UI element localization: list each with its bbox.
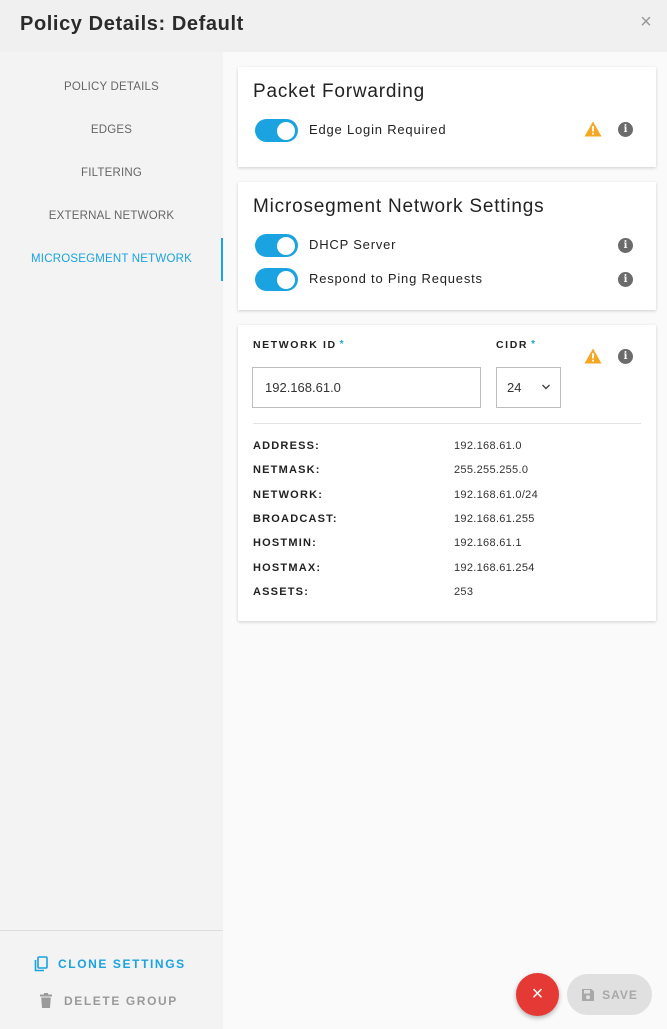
copy-icon [34, 956, 48, 972]
network-key: NETWORK: [253, 489, 324, 501]
sidebar-divider [0, 930, 223, 931]
info-icon[interactable]: i [618, 238, 633, 253]
cidr-selected-value: 24 [507, 380, 522, 395]
chevron-down-icon [542, 384, 550, 390]
sidebar-item-edges[interactable]: EDGES [0, 109, 223, 152]
microsegment-settings-title: Microsegment Network Settings [253, 196, 545, 217]
hostmax-value: 192.168.61.254 [454, 562, 535, 574]
delete-group-label: DELETE GROUP [64, 994, 178, 1008]
page-title: Policy Details: Default [20, 13, 244, 35]
assets-key: ASSETS: [253, 586, 310, 598]
dhcp-server-toggle[interactable] [255, 234, 298, 257]
broadcast-key: BROADCAST: [253, 513, 338, 525]
delete-group-button[interactable]: DELETE GROUP [40, 991, 178, 1011]
network-config-card: NETWORK ID* CIDR* i 24 ADDRESS: 192.168.… [238, 325, 656, 621]
network-id-input[interactable] [252, 367, 481, 408]
info-icon[interactable]: i [618, 122, 633, 137]
packet-forwarding-card: Packet Forwarding Edge Login Required i [238, 67, 656, 167]
microsegment-settings-card: Microsegment Network Settings DHCP Serve… [238, 182, 656, 310]
network-id-label: NETWORK ID * [253, 339, 346, 351]
info-icon[interactable]: i [618, 272, 633, 287]
warning-icon[interactable] [584, 121, 602, 137]
edge-login-label: Edge Login Required [309, 122, 447, 137]
ping-requests-label: Respond to Ping Requests [309, 271, 483, 286]
assets-value: 253 [454, 586, 474, 598]
sidebar-item-policy-details[interactable]: POLICY DETAILS [0, 66, 223, 109]
dialog-header: Policy Details: Default × [0, 0, 667, 52]
netmask-key: NETMASK: [253, 464, 321, 476]
trash-icon [40, 993, 54, 1009]
info-icon[interactable]: i [618, 349, 633, 364]
floppy-disk-icon [582, 988, 595, 1001]
hostmax-key: HOSTMAX: [253, 562, 322, 574]
cancel-fab-button[interactable]: × [516, 973, 559, 1016]
required-mark: * [339, 339, 346, 350]
address-key: ADDRESS: [253, 440, 321, 452]
hostmin-key: HOSTMIN: [253, 537, 317, 549]
address-value: 192.168.61.0 [454, 440, 522, 452]
cidr-label: CIDR * [496, 339, 537, 351]
close-icon[interactable]: × [636, 12, 656, 32]
dhcp-server-label: DHCP Server [309, 237, 397, 252]
clone-settings-label: CLONE SETTINGS [58, 957, 186, 971]
netmask-value: 255.255.255.0 [454, 464, 529, 476]
required-mark: * [531, 339, 537, 350]
warning-icon[interactable] [584, 348, 602, 364]
broadcast-value: 192.168.61.255 [454, 513, 535, 525]
edge-login-toggle[interactable] [255, 119, 298, 142]
section-divider [253, 423, 641, 424]
network-value: 192.168.61.0/24 [454, 489, 539, 501]
sidebar-item-external-network[interactable]: EXTERNAL NETWORK [0, 195, 223, 238]
save-label: SAVE [602, 987, 638, 1002]
packet-forwarding-title: Packet Forwarding [253, 81, 426, 102]
sidebar-item-microsegment-network[interactable]: MICROSEGMENT NETWORK [0, 238, 223, 281]
save-button[interactable]: SAVE [567, 974, 652, 1015]
sidebar: POLICY DETAILS EDGES FILTERING EXTERNAL … [0, 52, 223, 1029]
hostmin-value: 192.168.61.1 [454, 537, 522, 549]
clone-settings-button[interactable]: CLONE SETTINGS [34, 954, 186, 974]
ping-requests-toggle[interactable] [255, 268, 298, 291]
cidr-select[interactable]: 24 [496, 367, 561, 408]
sidebar-item-filtering[interactable]: FILTERING [0, 152, 223, 195]
